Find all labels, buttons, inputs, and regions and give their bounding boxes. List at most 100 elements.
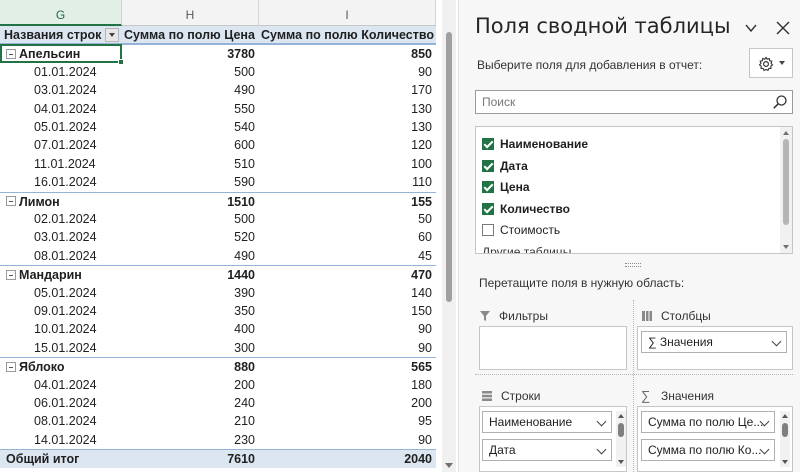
column-header-i[interactable]: I	[259, 0, 436, 26]
date-label[interactable]: 03.01.2024	[0, 81, 122, 99]
pivot-date-row[interactable]: 01.01.2024 500 90	[0, 63, 436, 81]
grand-total-qty[interactable]: 2040	[259, 450, 436, 467]
group-price-sum[interactable]: 880	[122, 358, 259, 375]
price-value[interactable]: 350	[122, 302, 259, 320]
date-label[interactable]: 16.01.2024	[0, 173, 122, 191]
date-label[interactable]: 14.01.2024	[0, 431, 122, 449]
date-label[interactable]: 06.01.2024	[0, 394, 122, 412]
row-labels-header[interactable]: Названия строк	[0, 26, 122, 43]
rows-chip-name[interactable]: Наименование	[482, 411, 612, 433]
price-value[interactable]: 390	[122, 284, 259, 302]
qty-value[interactable]: 130	[259, 100, 436, 118]
search-icon[interactable]	[772, 94, 788, 110]
filter-dropdown-icon[interactable]	[105, 28, 119, 42]
pivot-date-row[interactable]: 04.01.2024 200 180	[0, 376, 436, 394]
qty-value[interactable]: 180	[259, 376, 436, 394]
rows-drop-zone[interactable]: Наименование Дата	[479, 406, 627, 472]
group-qty-sum[interactable]: 850	[259, 45, 436, 62]
pivot-date-row[interactable]: 07.01.2024 600 120	[0, 136, 436, 154]
pivot-date-row[interactable]: 06.01.2024 240 200	[0, 394, 436, 412]
pane-splitter[interactable]	[475, 262, 793, 267]
price-sum-header[interactable]: Сумма по полю Цена	[122, 26, 259, 43]
values-drop-zone[interactable]: Сумма по полю Це... Сумма по полю Ко...	[637, 406, 793, 472]
pivot-date-row[interactable]: 05.01.2024 540 130	[0, 118, 436, 136]
filters-drop-zone[interactable]	[479, 326, 627, 370]
field-checkbox[interactable]	[482, 159, 494, 172]
price-value[interactable]: 240	[122, 394, 259, 412]
pivot-group-row[interactable]: Мандарин 1440 470	[0, 265, 436, 283]
chevron-down-icon[interactable]	[745, 22, 757, 34]
pivot-date-row[interactable]: 05.01.2024 390 140	[0, 284, 436, 302]
rows-chip-date[interactable]: Дата	[482, 439, 612, 461]
column-header-h[interactable]: H	[122, 0, 259, 26]
pivot-date-row[interactable]: 08.01.2024 490 45	[0, 247, 436, 265]
collapse-icon[interactable]	[6, 269, 16, 280]
date-label[interactable]: 15.01.2024	[0, 339, 122, 357]
price-value[interactable]: 210	[122, 412, 259, 430]
qty-value[interactable]: 200	[259, 394, 436, 412]
qty-value[interactable]: 90	[259, 339, 436, 357]
field-checkbox[interactable]	[482, 202, 494, 215]
price-value[interactable]: 510	[122, 155, 259, 173]
date-label[interactable]: 04.01.2024	[0, 100, 122, 118]
group-price-sum[interactable]: 1510	[122, 193, 259, 210]
price-value[interactable]: 500	[122, 210, 259, 228]
scrollbar-thumb[interactable]	[446, 32, 452, 302]
qty-value[interactable]: 130	[259, 118, 436, 136]
qty-value[interactable]: 100	[259, 155, 436, 173]
grand-total-label[interactable]: Общий итог	[0, 450, 122, 467]
scrollbar-thumb[interactable]	[618, 423, 624, 437]
field-checkbox[interactable]	[482, 138, 494, 150]
date-label[interactable]: 04.01.2024	[0, 376, 122, 394]
date-label[interactable]: 03.01.2024	[0, 228, 122, 246]
grand-total-price[interactable]: 7610	[122, 450, 259, 467]
group-price-sum[interactable]: 3780	[122, 45, 259, 62]
qty-value[interactable]: 170	[259, 81, 436, 99]
price-value[interactable]: 400	[122, 320, 259, 338]
pivot-date-row[interactable]: 11.01.2024 510 100	[0, 155, 436, 173]
scroll-up-arrow-icon[interactable]	[782, 414, 788, 418]
search-input[interactable]	[476, 91, 766, 113]
group-qty-sum[interactable]: 470	[259, 266, 436, 283]
qty-sum-header[interactable]: Сумма по полю Количество	[259, 26, 436, 43]
price-value[interactable]: 550	[122, 100, 259, 118]
date-label[interactable]: 08.01.2024	[0, 412, 122, 430]
date-label[interactable]: 11.01.2024	[0, 155, 122, 173]
scrollbar-thumb[interactable]	[783, 139, 789, 225]
scroll-up-arrow-icon[interactable]	[783, 131, 789, 135]
date-label[interactable]: 09.01.2024	[0, 302, 122, 320]
column-header-g[interactable]: G	[0, 0, 122, 26]
field-checkbox[interactable]	[482, 224, 494, 236]
price-value[interactable]: 520	[122, 228, 259, 246]
field-checkbox[interactable]	[482, 181, 494, 193]
scroll-down-arrow-icon[interactable]	[445, 463, 453, 468]
group-label[interactable]: Мандарин	[0, 266, 122, 283]
pivot-date-row[interactable]: 16.01.2024 590 110	[0, 173, 436, 191]
collapse-icon[interactable]	[6, 196, 16, 207]
pivot-date-row[interactable]: 14.01.2024 230 90	[0, 431, 436, 449]
price-value[interactable]: 490	[122, 247, 259, 265]
date-label[interactable]: 05.01.2024	[0, 284, 122, 302]
scroll-down-arrow-icon[interactable]	[783, 245, 789, 249]
pivot-group-row[interactable]: Апельсин 3780 850	[0, 44, 436, 62]
pivot-date-row[interactable]: 09.01.2024 350 150	[0, 302, 436, 320]
qty-value[interactable]: 90	[259, 431, 436, 449]
pivot-date-row[interactable]: 03.01.2024 520 60	[0, 228, 436, 246]
grand-total-row[interactable]: Общий итог 7610 2040	[0, 449, 436, 468]
pivot-date-row[interactable]: 08.01.2024 210 95	[0, 412, 436, 430]
qty-value[interactable]: 45	[259, 247, 436, 265]
group-label[interactable]: Лимон	[0, 193, 122, 210]
close-icon[interactable]	[775, 20, 791, 36]
qty-value[interactable]: 50	[259, 210, 436, 228]
price-value[interactable]: 300	[122, 339, 259, 357]
columns-values-chip[interactable]: ∑ Значения	[641, 331, 787, 353]
qty-value[interactable]: 120	[259, 136, 436, 154]
field-list-scrollbar[interactable]	[780, 127, 792, 253]
qty-value[interactable]: 60	[259, 228, 436, 246]
date-label[interactable]: 02.01.2024	[0, 210, 122, 228]
qty-value[interactable]: 90	[259, 320, 436, 338]
group-qty-sum[interactable]: 155	[259, 193, 436, 210]
tools-button[interactable]	[749, 48, 793, 78]
pivot-header-row[interactable]: Названия строк Сумма по полю Цена Сумма по…	[0, 26, 436, 45]
pivot-group-row[interactable]: Лимон 1510 155	[0, 191, 436, 210]
